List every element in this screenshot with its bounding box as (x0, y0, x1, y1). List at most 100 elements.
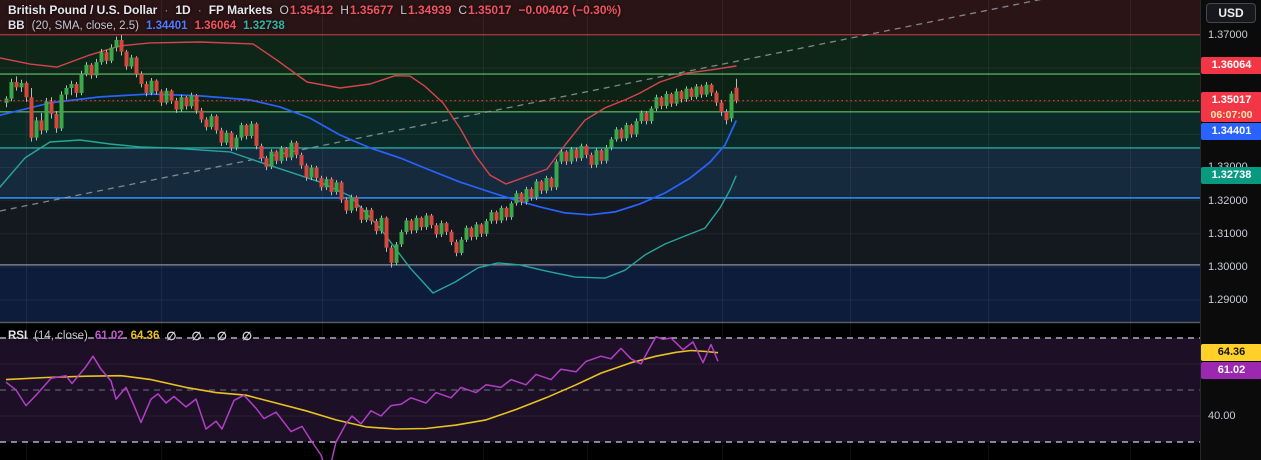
candle-down (259, 145, 264, 159)
candle-down (599, 150, 604, 161)
candle-up (509, 203, 514, 218)
candle-down (429, 215, 434, 226)
price-axis-label: 1.30000 (1208, 260, 1248, 273)
candle-down (274, 151, 279, 161)
candle-up (309, 167, 314, 178)
candle-up (544, 178, 549, 191)
candle-up (559, 151, 564, 162)
ohlc-open: O 1.35412 (279, 3, 334, 17)
candle-up (224, 132, 229, 143)
candle-down (174, 100, 179, 110)
price-axis-label: 1.31000 (1208, 227, 1248, 240)
candle-down (304, 165, 309, 178)
candle-up (249, 123, 254, 137)
candle-down (589, 154, 594, 165)
symbol-name: British Pound / U.S. Dollar (8, 3, 158, 17)
candle-down (214, 116, 219, 131)
candle-up (664, 93, 669, 106)
candle-down (14, 82, 19, 88)
candle-up (84, 64, 89, 75)
rsi-hidden-values: ∅ ∅ ∅ ∅ (166, 331, 259, 343)
rsi-badge: 61.02 (1201, 361, 1261, 379)
candle-down (229, 132, 234, 148)
candle-down (124, 51, 129, 67)
candle-up (234, 137, 239, 148)
candle-down (219, 130, 224, 143)
candle-down (29, 97, 34, 138)
candle-up (279, 148, 284, 161)
candle-up (364, 209, 369, 220)
candle-down (734, 87, 739, 101)
candle-up (269, 151, 274, 167)
candle-down (284, 148, 289, 158)
candle-up (514, 193, 519, 204)
candle-down (169, 90, 174, 101)
candle-down (354, 197, 359, 208)
candle-up (654, 97, 659, 109)
candle-up (424, 215, 429, 228)
candle-down (294, 142, 299, 155)
candle-up (614, 129, 619, 140)
candle-down (104, 52, 109, 61)
candle-up (44, 101, 49, 131)
candle-down (339, 182, 344, 200)
candle-up (404, 220, 409, 233)
candle-down (574, 149, 579, 159)
candle-down (344, 199, 349, 211)
candle-down (254, 123, 259, 146)
rsi-indicator-legend[interactable]: RSI (14, close) 61.02 64.36 ∅ ∅ ∅ ∅ (8, 329, 258, 343)
bb-indicator-legend[interactable]: BB (20, SMA, close, 2.5) 1.34401 1.36064… (8, 20, 285, 32)
symbol-legend[interactable]: British Pound / U.S. Dollar · 1D · FP Ma… (8, 3, 621, 17)
candle-up (379, 217, 384, 232)
candle-up (69, 84, 74, 88)
candle-down (724, 111, 729, 121)
candle-down (314, 167, 319, 179)
price-badge: 1.35017 06:07:00 (1201, 91, 1261, 122)
candle-up (464, 227, 469, 240)
candle-down (24, 83, 29, 98)
candle-down (184, 97, 189, 107)
price-axis-label: 1.29000 (1208, 293, 1248, 306)
candle-up (704, 84, 709, 95)
bb-params: (20, SMA, close, 2.5) (31, 20, 139, 32)
candle-down (389, 247, 394, 263)
candle-down (244, 125, 249, 137)
candle-up (99, 52, 104, 63)
candle-down (359, 207, 364, 220)
price-axis[interactable]: USD 1.370001.330001.320001.310001.300001… (1200, 0, 1261, 460)
candle-down (49, 101, 54, 114)
candle-up (109, 47, 114, 61)
candle-down (719, 102, 724, 112)
exchange-label: FP Markets (208, 3, 273, 17)
candle-down (434, 225, 439, 235)
price-badge: 1.36064 (1201, 57, 1261, 74)
candle-down (89, 64, 94, 76)
candle-up (64, 87, 69, 95)
bb-name: BB (8, 20, 25, 32)
ohlc-close: C 1.35017 (458, 3, 512, 17)
candle-down (374, 221, 379, 232)
trading-chart-window: British Pound / U.S. Dollar · 1D · FP Ma… (0, 0, 1261, 460)
candle-up (634, 121, 639, 135)
candle-up (414, 217, 419, 231)
legend-separator: · (164, 3, 169, 17)
candle-down (644, 112, 649, 122)
rsi-name: RSI (8, 330, 28, 342)
chart-canvas[interactable] (0, 0, 1200, 460)
candle-up (399, 232, 404, 245)
candle-down (504, 207, 509, 218)
candle-down (199, 110, 204, 120)
candle-up (59, 94, 64, 129)
candle-up (394, 244, 399, 263)
candle-down (584, 145, 589, 155)
price-zone (0, 264, 1200, 322)
candle-up (289, 142, 294, 158)
candle-up (524, 189, 529, 202)
candle-down (299, 154, 304, 166)
currency-button[interactable]: USD (1206, 3, 1256, 23)
candle-up (239, 125, 244, 138)
candle-up (624, 125, 629, 139)
candle-up (729, 93, 734, 119)
price-zone (0, 111, 1200, 148)
candle-up (694, 86, 699, 97)
